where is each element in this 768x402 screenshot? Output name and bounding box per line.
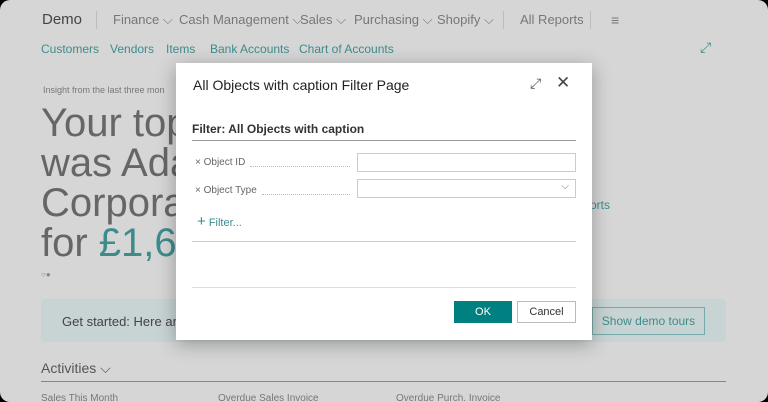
cue-label: Overdue Purch. Invoice xyxy=(396,393,501,402)
expand-icon[interactable]: ⤢ xyxy=(700,39,711,56)
insight-line: Your top xyxy=(41,101,189,145)
link-chart-of-accounts[interactable]: Chart of Accounts xyxy=(299,42,394,56)
show-demo-tours-button[interactable]: Show demo tours xyxy=(592,307,705,335)
close-icon[interactable]: ✕ xyxy=(556,73,570,93)
menu-all-reports[interactable]: All Reports xyxy=(520,12,584,27)
pager-dots[interactable]: ○● xyxy=(41,270,51,279)
remove-filter-icon[interactable]: × xyxy=(195,185,201,196)
chevron-down-icon: ⌵ xyxy=(561,181,569,192)
filter-section-title: Filter: All Objects with caption xyxy=(192,122,365,136)
add-filter-link[interactable]: + Filter... xyxy=(197,213,242,230)
background-page: Demo Finance ⌵ Cash Management ⌵ Sales ⌵… xyxy=(0,0,768,402)
menu-cash-management[interactable]: Cash Management ⌵ xyxy=(179,12,302,28)
activities-heading[interactable]: Activities ⌵ xyxy=(41,360,111,377)
object-id-label: × Object ID xyxy=(195,157,246,168)
object-id-input[interactable] xyxy=(357,153,576,172)
link-customers[interactable]: Customers xyxy=(41,42,99,56)
object-type-select[interactable]: ⌵ xyxy=(357,179,576,198)
link-bank-accounts[interactable]: Bank Accounts xyxy=(210,42,289,56)
app-name[interactable]: Demo xyxy=(42,11,82,28)
menu-purchasing[interactable]: Purchasing ⌵ xyxy=(354,12,433,28)
ok-button[interactable]: OK xyxy=(454,301,512,323)
link-vendors[interactable]: Vendors xyxy=(110,42,154,56)
menu-shopify[interactable]: Shopify ⌵ xyxy=(437,12,494,28)
object-type-label: × Object Type xyxy=(195,185,257,196)
plus-icon: + xyxy=(197,213,206,230)
cue-label: Sales This Month xyxy=(41,393,119,402)
cancel-button[interactable]: Cancel xyxy=(517,301,576,323)
dialog-title: All Objects with caption Filter Page xyxy=(193,77,410,93)
link-items[interactable]: Items xyxy=(166,42,195,56)
cue-label: Overdue Sales Invoice xyxy=(218,393,319,402)
remove-filter-icon[interactable]: × xyxy=(195,157,201,168)
menu-sales[interactable]: Sales ⌵ xyxy=(300,12,346,28)
get-started-text: Get started: Here are xyxy=(62,314,185,329)
hamburger-icon[interactable]: ≡ xyxy=(611,12,619,28)
insight-caption: Insight from the last three mon xyxy=(43,85,165,95)
expand-dialog-icon[interactable]: ⤢ xyxy=(530,75,541,92)
menu-finance[interactable]: Finance ⌵ xyxy=(113,12,173,28)
filter-dialog: All Objects with caption Filter Page ⤢ ✕… xyxy=(176,63,592,340)
side-link[interactable]: orts xyxy=(590,198,610,212)
